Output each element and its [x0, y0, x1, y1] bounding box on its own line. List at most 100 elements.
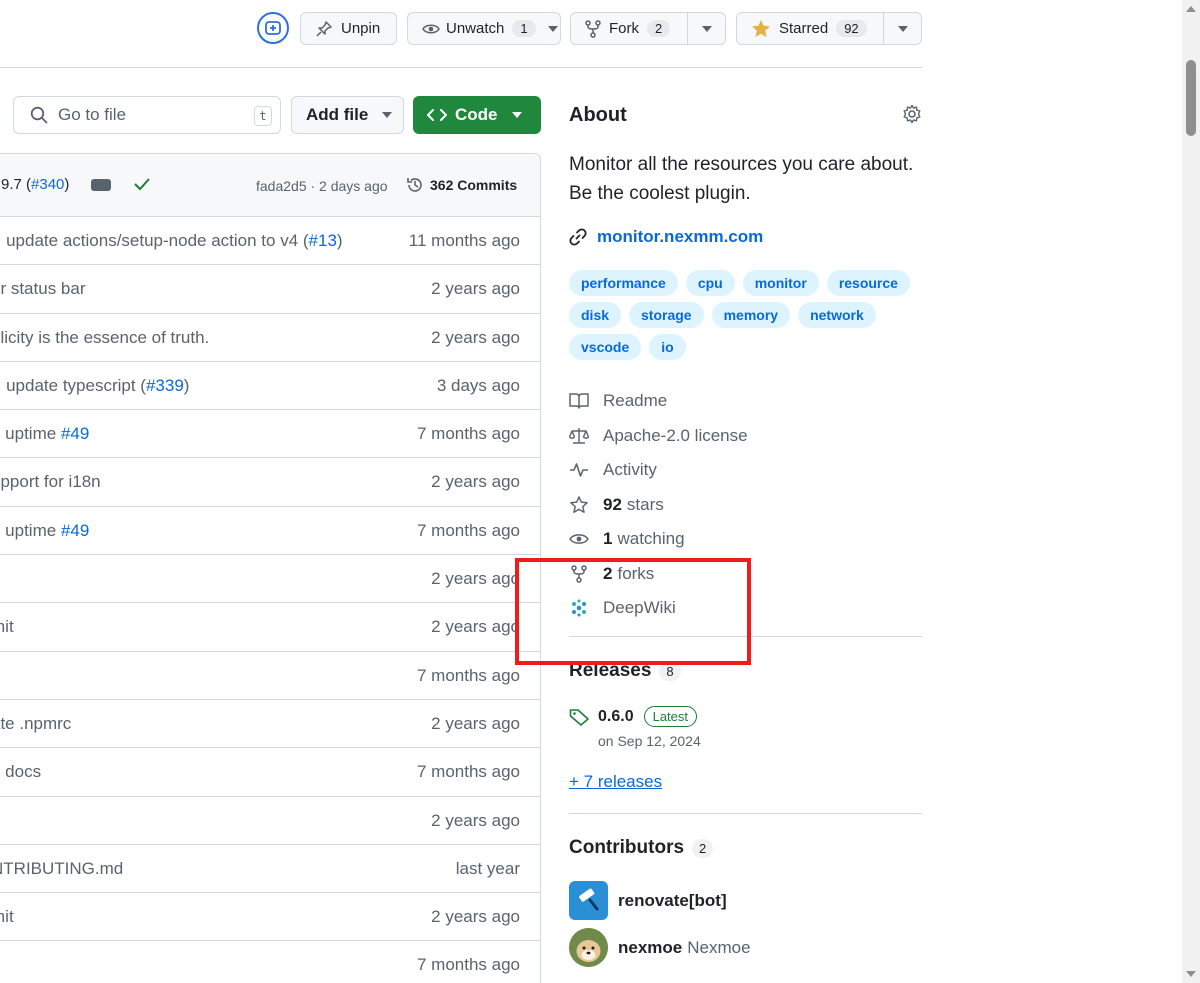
- row-commit-message[interactable]: mit: [0, 907, 14, 927]
- watchers-link[interactable]: 1 watching: [569, 522, 748, 557]
- latest-release[interactable]: 0.6.0 Latest on Sep 12, 2024: [569, 706, 701, 749]
- table-row[interactable]: 2 years ago: [0, 797, 540, 845]
- scroll-up-arrow[interactable]: [1186, 6, 1196, 12]
- more-releases-link[interactable]: + 7 releases: [569, 772, 662, 792]
- row-commit-time: 2 years ago: [431, 713, 520, 733]
- topic-tag[interactable]: io: [649, 334, 686, 360]
- file-rows: ): update actions/setup-node action to v…: [0, 217, 540, 983]
- release-date: on Sep 12, 2024: [598, 733, 701, 749]
- topic-tag[interactable]: performance: [569, 270, 678, 296]
- check-icon[interactable]: [134, 177, 150, 191]
- table-row[interactable]: NTRIBUTING.md last year: [0, 845, 540, 894]
- fork-dropdown[interactable]: [687, 13, 725, 44]
- renovate-avatar[interactable]: [569, 881, 608, 920]
- topic-tag[interactable]: resource: [826, 270, 910, 296]
- contributor-item[interactable]: renovate[bot]: [569, 881, 727, 920]
- row-commit-message[interactable]: or status bar: [0, 279, 86, 299]
- add-file-label: Add file: [306, 105, 369, 124]
- table-row[interactable]: upport for i18n 2 years ago: [0, 458, 540, 507]
- contributor-item[interactable]: nexmoe Nexmoe: [569, 928, 751, 967]
- row-commit-message[interactable]: mit: [0, 617, 14, 637]
- table-row[interactable]: e docs 7 months ago: [0, 748, 540, 797]
- row-commit-message[interactable]: ): update typescript (#339): [0, 376, 189, 396]
- watching-label: watching: [617, 529, 685, 549]
- table-row[interactable]: ): update typescript (#339) 3 days ago: [0, 362, 540, 411]
- table-row[interactable]: 2 years ago: [0, 555, 540, 604]
- ellipsis-expand-button[interactable]: [91, 179, 111, 191]
- chevron-down-icon[interactable]: [547, 25, 558, 32]
- stars-link[interactable]: 92 stars: [569, 488, 748, 523]
- starred-button[interactable]: Starred 92: [736, 12, 922, 45]
- row-commit-message[interactable]: plicity is the essence of truth.: [0, 328, 209, 348]
- history-icon: [407, 178, 422, 192]
- scrollbar-thumb[interactable]: [1186, 60, 1196, 136]
- topic-tag[interactable]: disk: [569, 302, 622, 328]
- commit-message-text: mit: [0, 617, 14, 637]
- row-commit-message[interactable]: n uptime #49: [0, 521, 89, 541]
- commit-pr-link[interactable]: #49: [61, 424, 89, 443]
- contributor-login: renovate[bot]: [618, 890, 727, 910]
- commit-pr-link[interactable]: #13: [309, 231, 337, 250]
- commit-pr-link[interactable]: #339: [146, 376, 184, 395]
- license-link[interactable]: Apache-2.0 license: [569, 419, 748, 454]
- homepage-link[interactable]: monitor.nexmm.com: [569, 227, 763, 247]
- fork-icon: [585, 19, 601, 38]
- topic-tag[interactable]: monitor: [742, 270, 819, 296]
- row-commit-message[interactable]: n uptime #49: [0, 424, 89, 444]
- commits-history-link[interactable]: 362 Commits: [406, 176, 517, 194]
- row-commit-message[interactable]: ): update actions/setup-node action to v…: [0, 231, 343, 251]
- code-button[interactable]: Code: [413, 96, 541, 134]
- table-row[interactable]: mit 2 years ago: [0, 603, 540, 652]
- topic-tag[interactable]: memory: [711, 302, 791, 328]
- row-commit-message[interactable]: NTRIBUTING.md: [0, 859, 123, 879]
- row-commit-message[interactable]: ate .npmrc: [0, 714, 71, 734]
- repo-action-bar: Unpin Unwatch 1 Fork 2 Starred 92: [0, 0, 922, 68]
- topic-tag[interactable]: network: [798, 302, 876, 328]
- table-row[interactable]: ate .npmrc 2 years ago: [0, 700, 540, 749]
- activity-link[interactable]: Activity: [569, 453, 748, 488]
- nexmoe-avatar[interactable]: [569, 928, 608, 967]
- search-icon: [30, 106, 48, 124]
- add-file-button[interactable]: Add file: [291, 96, 404, 134]
- commit-pr-link[interactable]: #340: [31, 176, 64, 193]
- table-row[interactable]: n uptime #49 7 months ago: [0, 410, 540, 459]
- topic-tag[interactable]: cpu: [685, 270, 735, 296]
- topic-tag[interactable]: storage: [629, 302, 704, 328]
- row-commit-time: 7 months ago: [416, 520, 520, 540]
- commit-message-text: or status bar: [0, 279, 86, 299]
- file-table: 9.7 (#340) fada2d5 · 2 days ago 362 Comm…: [0, 153, 541, 983]
- gear-icon[interactable]: [902, 104, 922, 124]
- commit-message-text: ): [64, 176, 70, 193]
- copilot-button[interactable]: [257, 12, 289, 44]
- star-list-dropdown[interactable]: [883, 13, 921, 44]
- scroll-down-arrow[interactable]: [1186, 971, 1196, 977]
- unwatch-button[interactable]: Unwatch 1: [407, 12, 561, 45]
- description-line: Be the coolest plugin.: [569, 183, 751, 204]
- about-heading: About: [569, 104, 627, 126]
- contributors-heading[interactable]: Contributors 2: [569, 837, 714, 859]
- table-row[interactable]: plicity is the essence of truth. 2 years …: [0, 314, 540, 362]
- table-row[interactable]: or status bar 2 years ago: [0, 265, 540, 314]
- page-scrollbar[interactable]: [1182, 0, 1200, 983]
- row-commit-message[interactable]: e docs: [0, 762, 41, 782]
- contributor-login: nexmoe: [618, 937, 683, 957]
- commit-pr-link[interactable]: #49: [61, 521, 89, 540]
- go-to-file-input[interactable]: Go to file t: [13, 96, 281, 134]
- row-commit-time: 2 years ago: [431, 472, 520, 492]
- unpin-button[interactable]: Unpin: [300, 12, 397, 45]
- stars-count: 92: [603, 494, 622, 514]
- readme-link[interactable]: Readme: [569, 384, 748, 419]
- table-row[interactable]: mit 2 years ago: [0, 893, 540, 942]
- latest-commit-message[interactable]: 9.7 (#340): [1, 176, 69, 193]
- commit-message-text: ): update actions/setup-node action to v…: [0, 231, 309, 250]
- fork-button[interactable]: Fork 2: [570, 12, 726, 45]
- topic-tag[interactable]: vscode: [569, 334, 642, 360]
- table-row[interactable]: ): update actions/setup-node action to v…: [0, 217, 540, 266]
- commit-meta[interactable]: fada2d5 · 2 days ago: [256, 178, 388, 194]
- row-commit-time: 7 months ago: [416, 955, 520, 975]
- table-row[interactable]: s7 months ago: [0, 652, 540, 700]
- stars-label: stars: [626, 494, 664, 514]
- row-commit-message[interactable]: upport for i18n: [0, 472, 101, 492]
- table-row[interactable]: n uptime #49 7 months ago: [0, 507, 540, 556]
- table-row[interactable]: s7 months ago: [0, 941, 540, 983]
